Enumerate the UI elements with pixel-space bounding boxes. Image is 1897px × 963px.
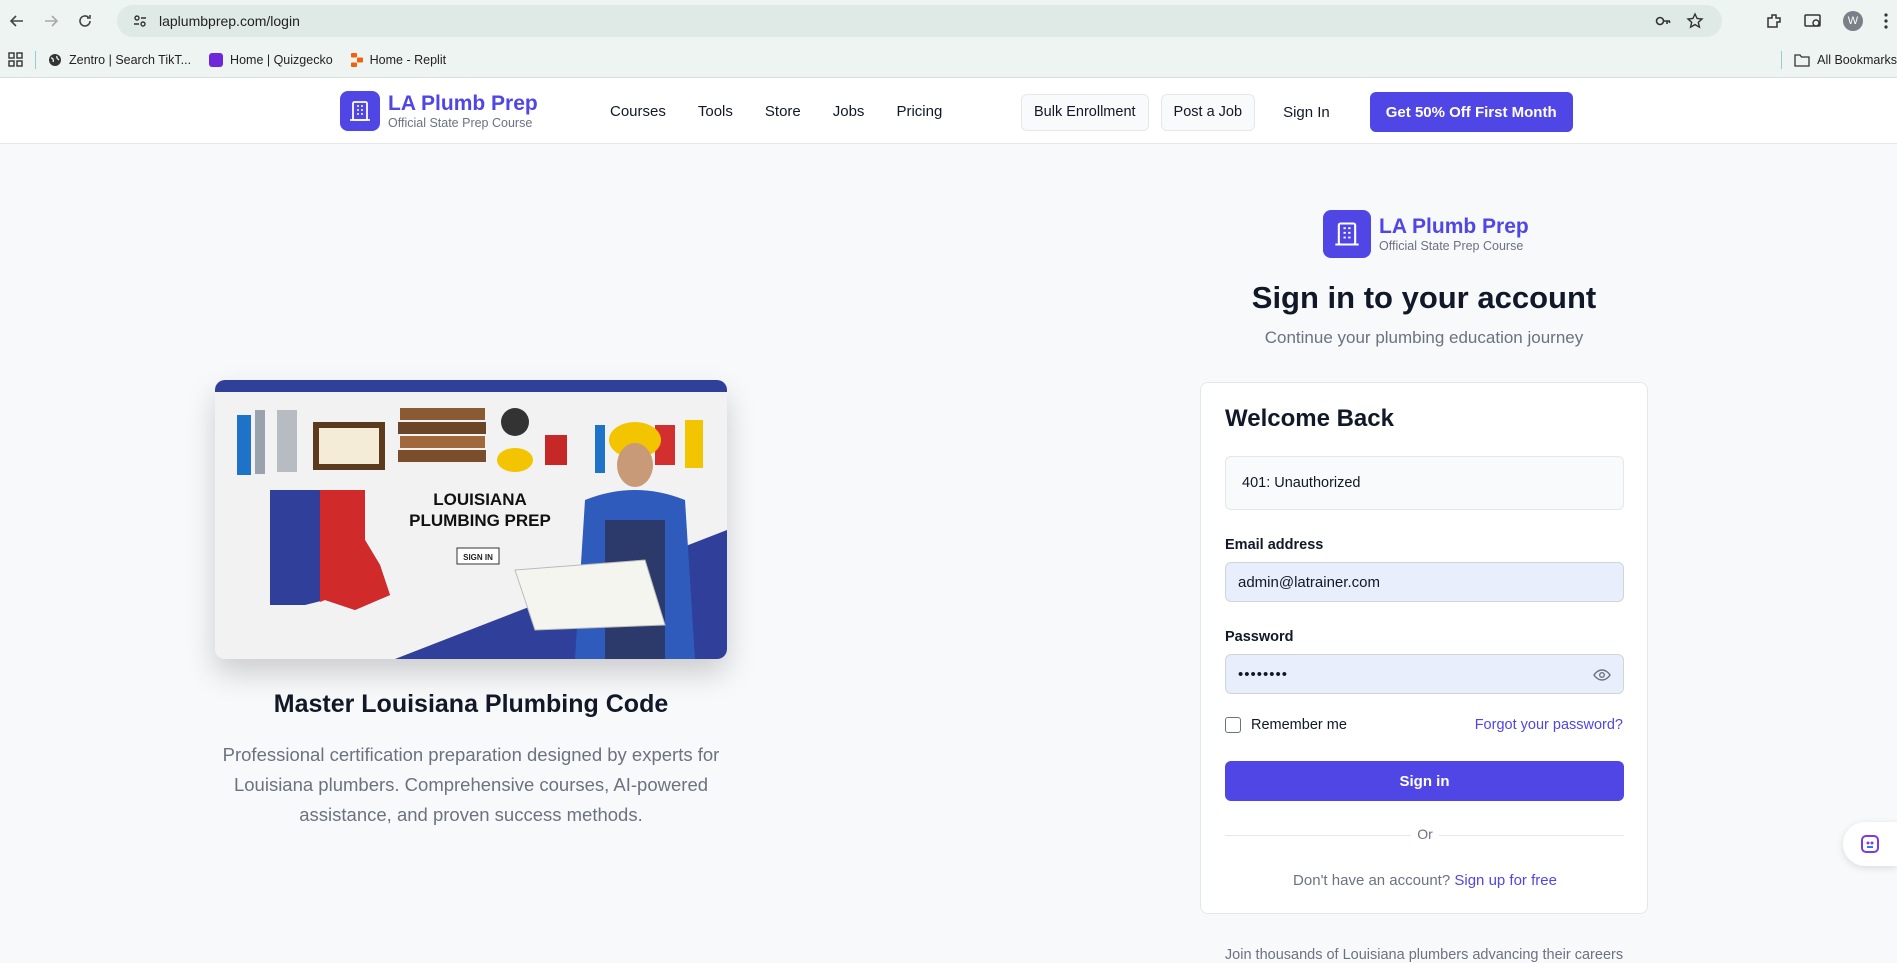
signup-prompt: Don't have an account? Sign up for free: [1201, 872, 1649, 889]
replit-icon: [350, 52, 363, 67]
remember-checkbox[interactable]: [1225, 717, 1241, 733]
globe-icon: [49, 53, 61, 66]
bookmarks-bar: Zentro | Search TikT... Home | Quizgecko…: [0, 42, 1897, 78]
bookmark-star-icon[interactable]: [1686, 12, 1704, 30]
menu-kebab-icon[interactable]: [1883, 12, 1889, 30]
auth-logo: LA Plumb Prep Official State Prep Course: [1323, 210, 1529, 258]
remember-me[interactable]: Remember me: [1225, 717, 1347, 733]
cast-search-icon[interactable]: [1803, 12, 1823, 30]
back-arrow-icon: [9, 15, 23, 27]
header-actions: Bulk Enrollment Post a Job Sign In Get 5…: [1021, 92, 1573, 132]
sign-in-button[interactable]: Sign in: [1225, 761, 1624, 801]
bookmark-quizgecko[interactable]: Home | Quizgecko: [209, 52, 333, 67]
nav-courses[interactable]: Courses: [610, 103, 666, 120]
main-nav: Courses Tools Store Jobs Pricing: [610, 78, 942, 144]
site-info-icon[interactable]: [125, 13, 155, 29]
email-value: admin@latrainer.com: [1238, 573, 1380, 591]
address-bar[interactable]: laplumbprep.com/login: [117, 5, 1722, 37]
bookmarks-separator: [1781, 50, 1783, 69]
extensions-icon[interactable]: [1765, 12, 1783, 30]
quizgecko-icon: [209, 52, 224, 67]
discount-cta-button[interactable]: Get 50% Off First Month: [1369, 92, 1573, 132]
all-bookmarks-label: All Bookmarks: [1817, 52, 1897, 67]
floating-assistant-button[interactable]: [1843, 822, 1897, 866]
bookmark-label: Zentro | Search TikT...: [69, 52, 192, 67]
nav-pricing[interactable]: Pricing: [896, 103, 942, 120]
error-alert: 401: Unauthorized: [1225, 456, 1624, 510]
forward-button[interactable]: [34, 4, 68, 38]
forgot-password-link[interactable]: Forgot your password?: [1475, 717, 1623, 733]
password-value: ••••••••: [1238, 665, 1289, 683]
back-button[interactable]: [0, 4, 34, 38]
apps-grid-icon[interactable]: [8, 52, 23, 67]
password-key-icon[interactable]: [1654, 12, 1672, 30]
email-label: Email address: [1225, 537, 1324, 553]
email-field[interactable]: admin@latrainer.com: [1225, 562, 1624, 602]
divider: Or: [1201, 826, 1649, 844]
bulk-enrollment-button[interactable]: Bulk Enrollment: [1021, 93, 1149, 131]
bookmark-label: Home - Replit: [369, 52, 447, 67]
building-logo-icon: [340, 91, 380, 131]
site-header: LA Plumb Prep Official State Prep Course…: [0, 78, 1897, 144]
hero-image-title-1: LOUISIANA: [433, 490, 527, 509]
header-logo[interactable]: LA Plumb Prep Official State Prep Course: [340, 91, 538, 131]
folder-icon: [1794, 53, 1810, 67]
password-label: Password: [1225, 629, 1294, 645]
auth-title: Sign in to your account: [1251, 280, 1597, 315]
signup-link[interactable]: Sign up for free: [1454, 872, 1557, 889]
post-job-button[interactable]: Post a Job: [1160, 93, 1256, 131]
hero-image: LOUISIANA PLUMBING PREP SIGN IN: [215, 380, 727, 659]
bookmark-zentro[interactable]: Zentro | Search TikT...: [48, 53, 191, 67]
header-sign-in-button[interactable]: Sign In: [1267, 94, 1346, 131]
reload-icon: [79, 15, 91, 27]
password-field[interactable]: ••••••••: [1225, 654, 1624, 694]
nav-tools[interactable]: Tools: [698, 103, 733, 120]
auth-subtitle: Continue your plumbing education journey: [1264, 328, 1584, 347]
profile-avatar[interactable]: W: [1843, 11, 1863, 31]
bookmark-label: Home | Quizgecko: [230, 52, 333, 67]
all-bookmarks[interactable]: All Bookmarks: [1769, 50, 1897, 69]
divider-label: Or: [1411, 826, 1439, 842]
url-text[interactable]: laplumbprep.com/login: [159, 13, 300, 29]
hero-description: Professional certification preparation d…: [222, 744, 720, 825]
login-card: Welcome Back 401: Unauthorized Email add…: [1200, 382, 1648, 914]
footer-note: Join thousands of Louisiana plumbers adv…: [1224, 947, 1624, 963]
hero-image-title-2: PLUMBING PREP: [409, 511, 551, 530]
hero-title: Master Louisiana Plumbing Code: [273, 690, 669, 718]
nav-store[interactable]: Store: [765, 103, 801, 120]
brand-tagline: Official State Prep Course: [388, 115, 533, 130]
building-logo-icon: [1323, 210, 1371, 258]
auth-brand-name: LA Plumb Prep: [1379, 214, 1529, 238]
reload-button[interactable]: [68, 4, 102, 38]
hero-image-sign-in: SIGN IN: [463, 553, 493, 562]
browser-toolbar: laplumbprep.com/login W: [0, 0, 1897, 42]
brand-name: LA Plumb Prep: [388, 91, 538, 115]
card-title: Welcome Back: [1225, 405, 1394, 432]
eye-icon[interactable]: [1593, 666, 1611, 684]
assistant-icon: [1861, 835, 1879, 853]
bookmarks-separator: [35, 50, 36, 69]
bookmark-replit[interactable]: Home - Replit: [350, 52, 447, 67]
no-account-text: Don't have an account?: [1293, 872, 1451, 889]
remember-label: Remember me: [1251, 717, 1347, 733]
auth-brand-tagline: Official State Prep Course: [1379, 238, 1524, 253]
nav-jobs[interactable]: Jobs: [833, 103, 865, 120]
forward-arrow-icon: [45, 15, 59, 27]
